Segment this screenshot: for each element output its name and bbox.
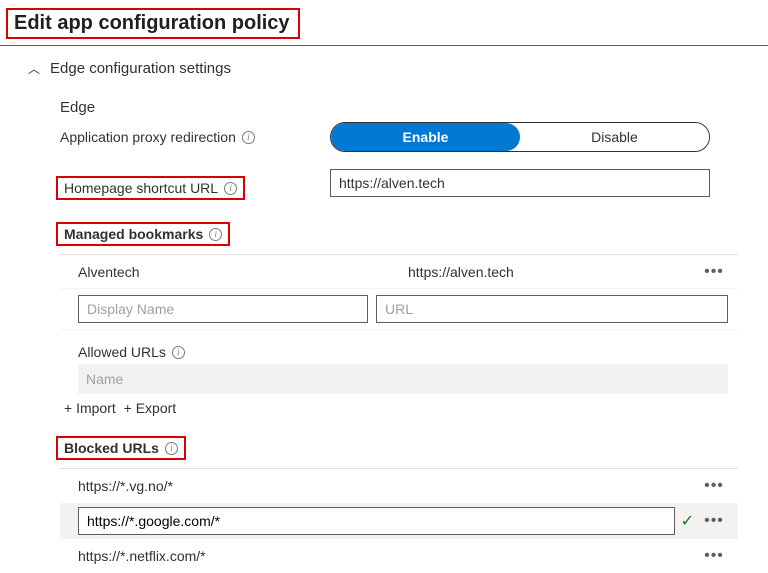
bookmark-url: https://alven.tech <box>408 264 700 280</box>
proxy-label: Application proxy redirection <box>60 129 236 145</box>
proxy-enable-option[interactable]: Enable <box>331 123 520 151</box>
managed-bookmarks-title: Managed bookmarks <box>64 226 203 242</box>
edge-subheader: Edge <box>60 99 738 116</box>
info-icon[interactable]: i <box>242 131 255 144</box>
more-icon[interactable]: ••• <box>700 263 728 281</box>
page-title: Edit app configuration policy <box>14 12 290 35</box>
homepage-label: Homepage shortcut URL <box>64 180 218 196</box>
blocked-url-row: https://*.netflix.com/* ••• <box>60 539 738 573</box>
bookmark-name-input[interactable] <box>78 295 368 323</box>
info-icon[interactable]: i <box>165 442 178 455</box>
allowed-urls-title: Allowed URLs <box>78 344 166 360</box>
proxy-disable-option[interactable]: Disable <box>520 123 709 151</box>
export-button[interactable]: + Export <box>124 400 177 416</box>
allowed-url-input[interactable] <box>78 364 728 394</box>
bookmark-name: Alventech <box>78 264 408 280</box>
blocked-url-text: https://*.vg.no/* <box>78 478 700 494</box>
blocked-url-text: https://*.netflix.com/* <box>78 548 700 564</box>
bookmark-row: Alventech https://alven.tech ••• <box>60 255 738 289</box>
blocked-url-row: ✓ ••• <box>60 503 738 539</box>
more-icon[interactable]: ••• <box>700 477 728 495</box>
blocked-urls-title: Blocked URLs <box>64 440 159 456</box>
info-icon[interactable]: i <box>224 182 237 195</box>
import-button[interactable]: + Import <box>64 400 116 416</box>
more-icon[interactable]: ••• <box>700 547 728 565</box>
blocked-url-row: https://*.vg.no/* ••• <box>60 469 738 503</box>
homepage-url-input[interactable] <box>330 169 710 197</box>
info-icon[interactable]: i <box>172 346 185 359</box>
more-icon[interactable]: ••• <box>700 512 728 530</box>
check-icon: ✓ <box>681 511 694 531</box>
section-title: Edge configuration settings <box>50 60 231 77</box>
edge-settings-toggle[interactable]: ︿ Edge configuration settings <box>0 46 768 87</box>
proxy-toggle[interactable]: Enable Disable <box>330 122 710 152</box>
bookmark-url-input[interactable] <box>376 295 728 323</box>
info-icon[interactable]: i <box>209 228 222 241</box>
chevron-up-icon: ︿ <box>28 60 40 77</box>
blocked-url-edit-input[interactable] <box>78 507 675 535</box>
